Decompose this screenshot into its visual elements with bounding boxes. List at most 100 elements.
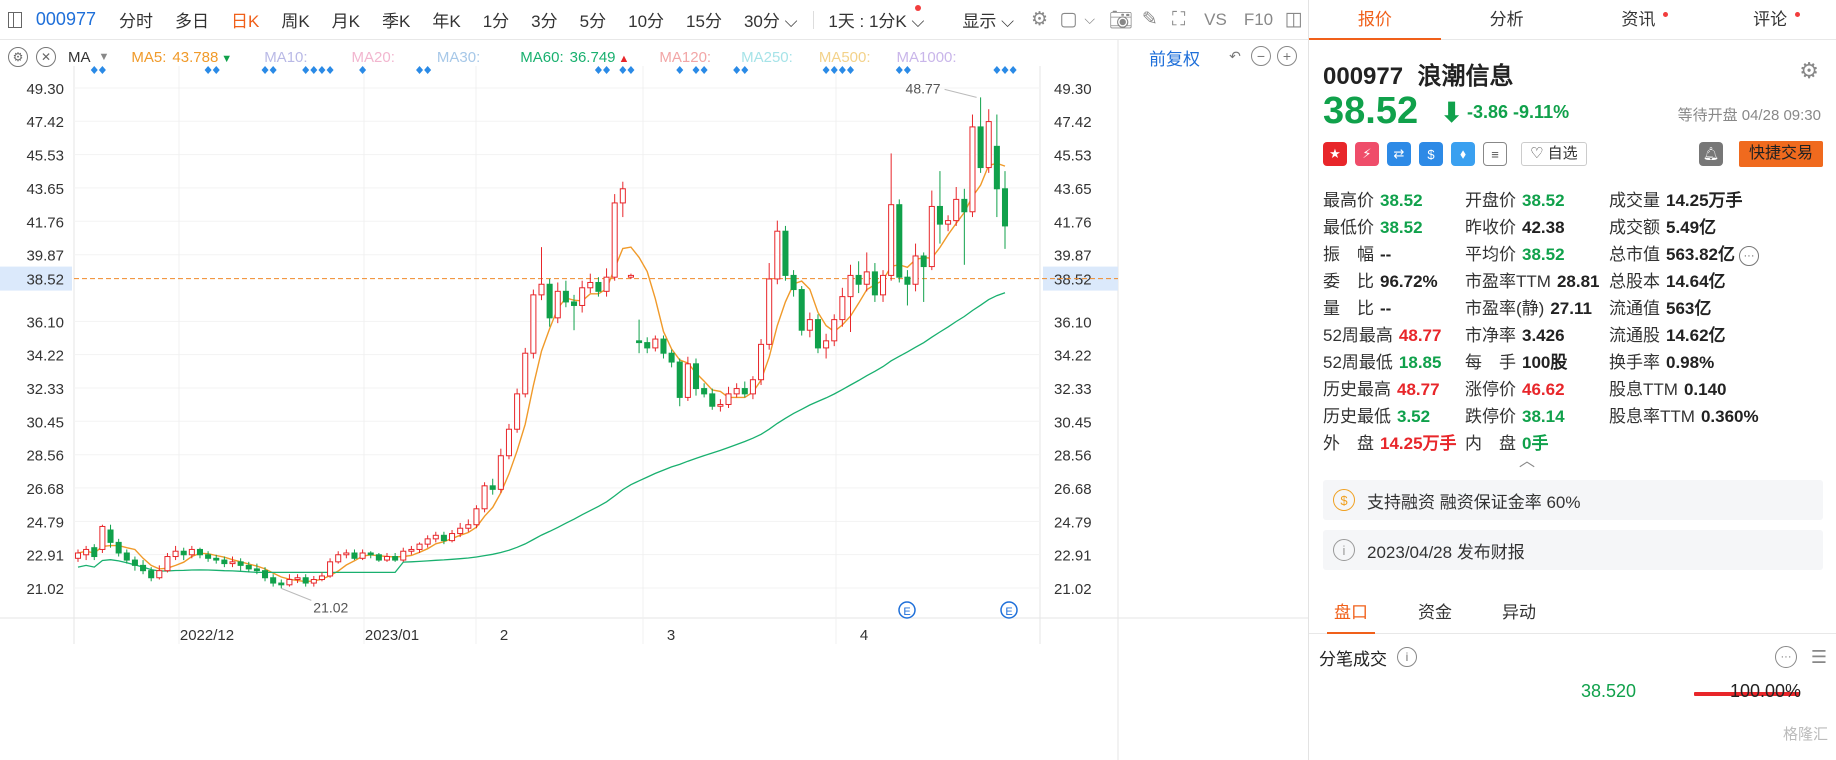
tab-news[interactable]: 资讯 [1573, 0, 1705, 39]
zoom-out-icon[interactable]: − [1251, 46, 1271, 66]
tab-5min[interactable]: 5分 [569, 7, 617, 32]
adjust-mode-button[interactable]: 前复权 [1149, 45, 1200, 70]
tag-icon[interactable]: ⬧ [1451, 142, 1475, 166]
stat-label: 市盈率TTM [1465, 272, 1551, 291]
stat-cell: 股息率TTM 0.360% [1609, 402, 1833, 429]
close-indicator-icon[interactable]: ✕ [36, 47, 56, 67]
tab-15min[interactable]: 15分 [675, 7, 733, 32]
margin-info-box[interactable]: $ 支持融资 融资保证金率 60% [1323, 480, 1823, 520]
stat-value: 14.25万手 [1380, 434, 1457, 453]
more-icon[interactable]: ··· [1775, 646, 1797, 668]
period-selector[interactable]: 1天 : 1分K ⌵ [817, 5, 935, 32]
candle-up [416, 543, 423, 550]
dollar-icon[interactable]: $ [1419, 142, 1443, 166]
price-change-pct: -9.11% [1513, 102, 1570, 122]
tab-quote[interactable]: 报价 [1309, 0, 1441, 40]
candle-down [148, 570, 155, 579]
candle-down [636, 340, 643, 344]
stat-label: 市净率 [1465, 326, 1516, 345]
indicator-name[interactable]: MA [68, 49, 91, 66]
candle-up [579, 287, 586, 306]
candle-down [920, 255, 927, 268]
tab-intraday[interactable]: 分时 [108, 7, 164, 32]
stat-label: 股息TTM [1609, 380, 1678, 399]
chart-style-icon[interactable]: ▢ [1054, 8, 1083, 31]
candle-down [131, 559, 138, 566]
stat-cell: 市盈率(静) 27.11 [1465, 294, 1609, 321]
tab-30min[interactable]: 30分 ⌵ [733, 7, 809, 32]
chevron-down-icon[interactable]: ⌵ [1083, 11, 1097, 28]
tab-daily-k[interactable]: 日K [220, 7, 270, 32]
stats-row: 最低价 38.52 昨收价 42.38 成交额 5.49亿 [1323, 213, 1833, 240]
tab-3min[interactable]: 3分 [520, 7, 568, 32]
stock-code[interactable]: 000977 [36, 9, 96, 30]
stat-label: 涨停价 [1465, 380, 1516, 399]
stat-label: 昨收价 [1465, 218, 1516, 237]
collapse-up-icon[interactable]: ︿ [1519, 447, 1535, 471]
ma500-label: MA500: [818, 48, 871, 66]
candle-up [766, 278, 773, 345]
candle-down [196, 548, 203, 556]
y-tick-label-right: 24.79 [1054, 514, 1092, 531]
quick-trade-button[interactable]: 快捷交易 [1739, 141, 1823, 167]
info-icon[interactable]: i [1397, 647, 1417, 667]
candle-up [424, 538, 431, 545]
undo-icon[interactable]: ↶ [1225, 46, 1245, 66]
add-watchlist-button[interactable]: ♡ 自选 [1521, 142, 1587, 166]
tab-capital[interactable]: 资金 [1393, 594, 1477, 633]
camera-icon[interactable]: 📷︎ [1106, 8, 1135, 32]
tab-quarterly-k[interactable]: 季K [371, 7, 421, 32]
tab-anomaly[interactable]: 异动 [1477, 594, 1561, 633]
candle-up [383, 556, 391, 561]
tab-analysis[interactable]: 分析 [1441, 0, 1573, 39]
event-marker-label: E [1005, 606, 1012, 618]
tab-weekly-k[interactable]: 周K [270, 7, 320, 32]
candle-down [107, 529, 114, 543]
tab-comments[interactable]: 评论 [1704, 0, 1836, 39]
stock-header: 000977 浪潮信息 ⚙ [1323, 56, 1823, 91]
document-icon[interactable]: ≡ [1483, 142, 1507, 166]
indicator-settings-icon[interactable]: ⚙ [8, 47, 28, 67]
tab-1min[interactable]: 1分 [472, 7, 520, 32]
stock-name: 浪潮信息 [1417, 63, 1514, 90]
y-tick-label-left: 45.53 [26, 148, 64, 165]
candle-down [741, 388, 748, 395]
ma120-label: MA120: [659, 48, 712, 66]
gear-icon[interactable]: ⚙ [1799, 58, 1819, 84]
candle-up [953, 198, 960, 222]
more-icon[interactable]: ··· [1739, 245, 1759, 266]
candle-up [627, 274, 634, 278]
candle-up [912, 255, 919, 285]
tab-10min[interactable]: 10分 [617, 7, 675, 32]
display-menu[interactable]: 显示 ⌵ [951, 7, 1025, 32]
tab-yearly-k[interactable]: 年K [421, 7, 471, 32]
bell-icon[interactable]: 🔔︎ [1699, 142, 1723, 166]
tab-orderbook[interactable]: 盘口 [1309, 594, 1393, 634]
stat-value: 27.11 [1550, 299, 1592, 318]
zoom-in-icon[interactable]: + [1277, 46, 1297, 66]
indicator-dropdown-icon[interactable]: ▼ [99, 51, 110, 63]
stat-label: 跌停价 [1465, 407, 1516, 426]
candle-up [505, 428, 512, 457]
candle-up [449, 533, 456, 542]
lightning-icon[interactable]: ⚡︎ [1355, 142, 1379, 166]
china-flag-icon[interactable]: ★ [1323, 142, 1347, 166]
vs-compare-button[interactable]: VS [1193, 10, 1238, 30]
stat-cell: 总市值 563.82亿 ··· [1609, 240, 1833, 267]
settings-icon[interactable]: ⚙ [1025, 8, 1054, 31]
y-tick-label-left: 39.87 [26, 248, 64, 265]
y-tick-label-left: 43.65 [26, 181, 64, 198]
candle-up [473, 508, 480, 526]
fullscreen-icon[interactable]: ⛶ [1164, 9, 1193, 31]
tab-multiday[interactable]: 多日 [164, 7, 220, 32]
f10-button[interactable]: F10 [1238, 10, 1279, 30]
list-icon[interactable]: ☰ [1811, 647, 1827, 668]
sidebar-toggle-icon[interactable] [8, 11, 22, 28]
panel-toggle-icon[interactable]: ◫ [1279, 8, 1308, 31]
report-info-box[interactable]: i 2023/04/28 发布财报 [1323, 530, 1823, 570]
shuffle-icon[interactable]: ⇄ [1387, 142, 1411, 166]
stat-cell: 流通值 563亿 [1609, 294, 1833, 321]
draw-pen-icon[interactable]: ✎ [1135, 8, 1164, 31]
tab-monthly-k[interactable]: 月K [321, 7, 371, 32]
kline-chart[interactable]: 49.30 49.30 47.42 47.42 45.53 45.53 43.65 43.65… [0, 0, 1308, 760]
